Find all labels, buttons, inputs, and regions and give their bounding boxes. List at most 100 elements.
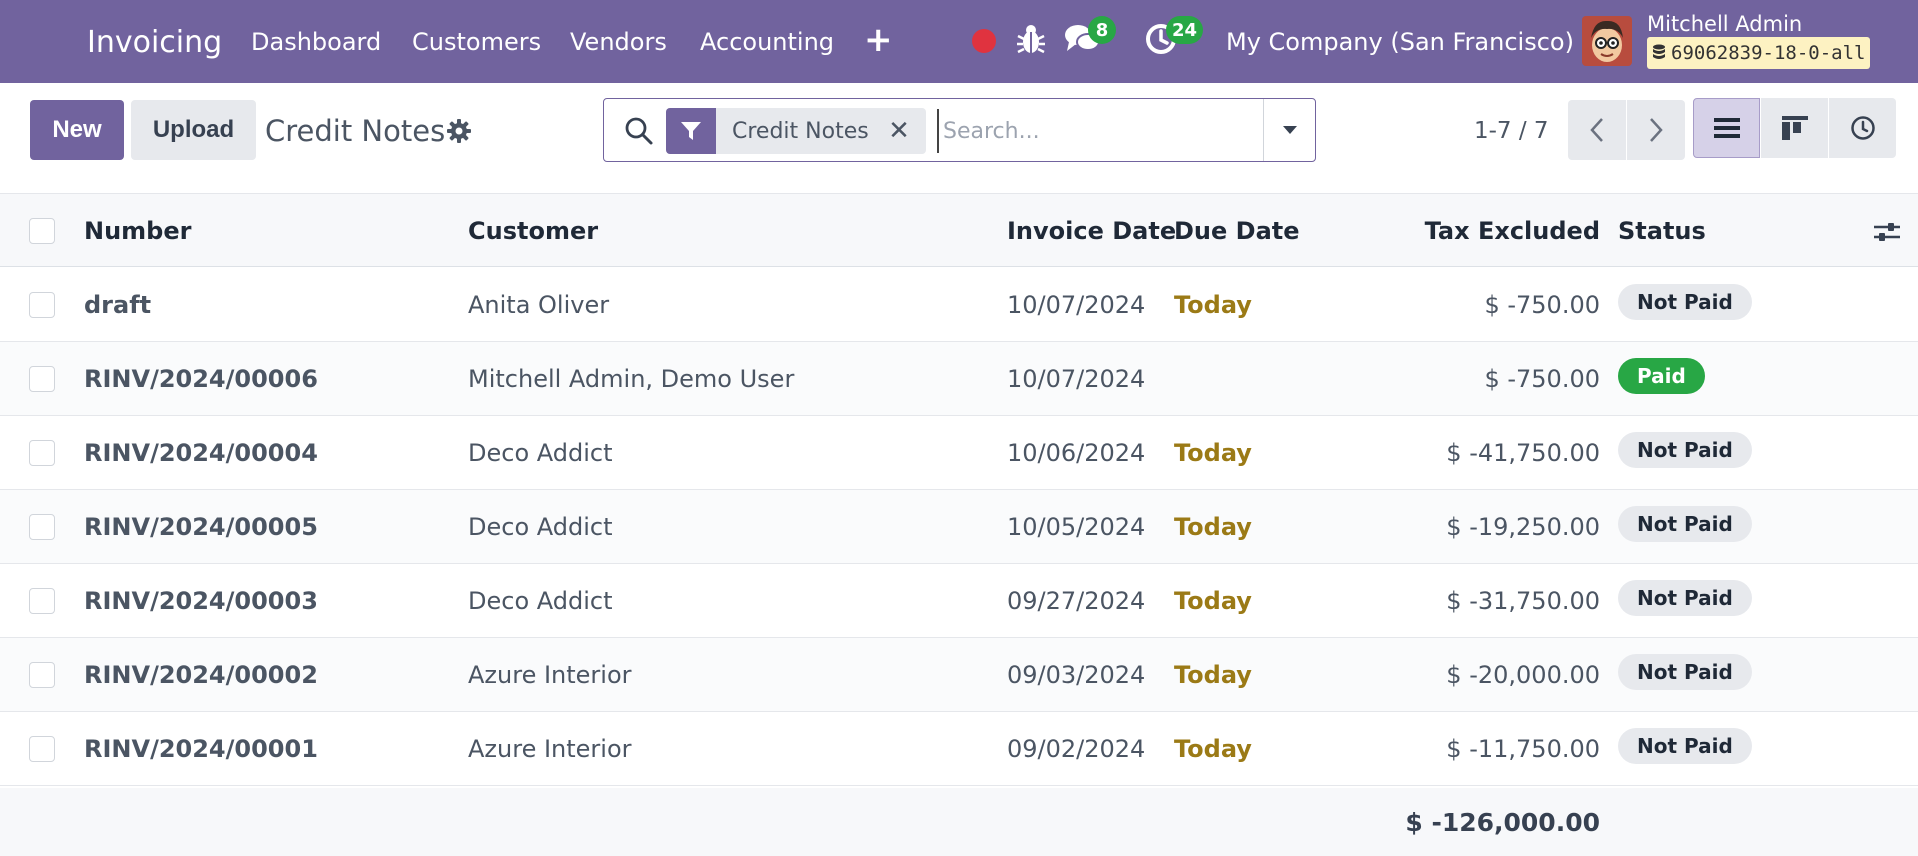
cell-number: RINV/2024/00003: [84, 587, 318, 615]
cell-tax-excluded: $ -31,750.00: [1446, 587, 1600, 615]
cell-number: draft: [84, 291, 152, 319]
cell-invoice-date: 10/07/2024: [1007, 291, 1146, 319]
table-footer: $ -126,000.00: [0, 788, 1918, 856]
table-row[interactable]: RINV/2024/00001 Azure Interior 09/02/2024 T…: [0, 712, 1918, 786]
messages-count-badge: 8: [1088, 16, 1116, 44]
table-row[interactable]: RINV/2024/00003 Deco Addict 09/27/2024 Toda…: [0, 564, 1918, 638]
company-switcher[interactable]: My Company (San Francisco): [1226, 20, 1574, 64]
cell-customer: Azure Interior: [468, 735, 632, 763]
column-header-tax-excluded[interactable]: Tax Excluded: [1340, 194, 1600, 268]
menu-item-accounting[interactable]: Accounting: [700, 20, 834, 64]
menu-item-customers[interactable]: Customers: [412, 20, 541, 64]
top-navbar: Invoicing Dashboard Customers Vendors Ac…: [0, 0, 1918, 83]
cell-customer: Anita Oliver: [468, 291, 610, 319]
status-badge: Not Paid: [1618, 506, 1752, 542]
column-header-status[interactable]: Status: [1618, 194, 1706, 268]
table-row[interactable]: draft Anita Oliver 10/07/2024 Today $ -750.0…: [0, 268, 1918, 342]
table-row[interactable]: RINV/2024/00005 Deco Addict 10/05/2024 Toda…: [0, 490, 1918, 564]
cell-due-date: Today: [1174, 661, 1252, 689]
cell-number: RINV/2024/00006: [84, 365, 318, 393]
column-header-customer[interactable]: Customer: [468, 194, 598, 268]
cell-invoice-date: 09/27/2024: [1007, 587, 1146, 615]
cell-due-date: Today: [1174, 735, 1252, 763]
cell-due-date: Today: [1174, 587, 1252, 615]
cell-invoice-date: 10/06/2024: [1007, 439, 1146, 467]
table-row[interactable]: RINV/2024/00006 Mitchell Admin, Demo User…: [0, 342, 1918, 416]
gear-icon[interactable]: [446, 118, 472, 144]
database-name: 69062839-18-0-all: [1671, 42, 1866, 64]
filter-icon: [666, 108, 716, 154]
cell-number: RINV/2024/00001: [84, 735, 318, 763]
status-badge: Paid: [1618, 358, 1705, 394]
table-row[interactable]: RINV/2024/00004 Deco Addict 10/06/2024 Toda…: [0, 416, 1918, 490]
row-checkbox[interactable]: [29, 662, 55, 688]
column-header-number[interactable]: Number: [84, 194, 191, 268]
column-header-due-date[interactable]: Due Date: [1174, 194, 1300, 268]
search-input[interactable]: [937, 109, 1297, 153]
cell-tax-excluded: $ -20,000.00: [1446, 661, 1600, 689]
kanban-view-icon[interactable]: [1761, 98, 1828, 158]
cell-tax-excluded: $ -11,750.00: [1446, 735, 1600, 763]
search-bar: Credit Notes ✕: [603, 98, 1316, 162]
cell-tax-excluded: $ -750.00: [1484, 291, 1600, 319]
cell-tax-excluded: $ -41,750.00: [1446, 439, 1600, 467]
cell-number: RINV/2024/00005: [84, 513, 318, 541]
cell-invoice-date: 10/07/2024: [1007, 365, 1146, 393]
status-badge: Not Paid: [1618, 284, 1752, 320]
activity-view-icon[interactable]: [1829, 98, 1896, 158]
avatar[interactable]: [1582, 16, 1632, 66]
chevron-left-icon[interactable]: [1568, 100, 1626, 160]
cell-due-date: Today: [1174, 291, 1252, 319]
apps-grid-icon[interactable]: [32, 24, 64, 56]
tax-excluded-total: $ -126,000.00: [1405, 807, 1600, 837]
page-title: Credit Notes: [265, 114, 446, 148]
chevron-right-icon[interactable]: [1627, 100, 1685, 160]
app-brand[interactable]: Invoicing: [87, 20, 222, 64]
activities-count-badge: 24: [1166, 16, 1204, 44]
row-checkbox[interactable]: [29, 588, 55, 614]
database-icon: [1652, 44, 1666, 62]
status-badge: Not Paid: [1618, 728, 1752, 764]
user-name[interactable]: Mitchell Admin: [1647, 10, 1802, 38]
sliders-icon[interactable]: [1873, 218, 1901, 246]
cell-invoice-date: 10/05/2024: [1007, 513, 1146, 541]
select-all-checkbox[interactable]: [29, 218, 55, 244]
cell-customer: Deco Addict: [468, 587, 613, 615]
column-header-invoice-date[interactable]: Invoice Date: [1007, 194, 1176, 268]
caret-down-icon[interactable]: [1263, 99, 1316, 161]
table-row[interactable]: RINV/2024/00002 Azure Interior 09/03/2024 T…: [0, 638, 1918, 712]
table-header: Number Customer Invoice Date Due Date Ta…: [0, 193, 1918, 267]
status-badge: Not Paid: [1618, 654, 1752, 690]
bug-icon[interactable]: [1016, 22, 1046, 58]
cell-due-date: Today: [1174, 439, 1252, 467]
row-checkbox[interactable]: [29, 292, 55, 318]
status-badge: Not Paid: [1618, 432, 1752, 468]
cell-customer: Mitchell Admin, Demo User: [468, 365, 795, 393]
search-facet: Credit Notes ✕: [666, 108, 926, 154]
search-icon[interactable]: [624, 116, 654, 146]
row-checkbox[interactable]: [29, 440, 55, 466]
row-checkbox[interactable]: [29, 736, 55, 762]
menu-item-vendors[interactable]: Vendors: [570, 20, 667, 64]
new-button[interactable]: New: [30, 100, 124, 160]
record-dot-icon[interactable]: [972, 29, 996, 53]
list-view-icon[interactable]: [1693, 98, 1760, 158]
cell-number: RINV/2024/00002: [84, 661, 318, 689]
upload-button[interactable]: Upload: [131, 100, 256, 160]
close-icon[interactable]: ✕: [884, 108, 914, 154]
cell-due-date: Today: [1174, 513, 1252, 541]
status-badge: Not Paid: [1618, 580, 1752, 616]
database-tag: 69062839-18-0-all: [1647, 37, 1871, 69]
facet-label: Credit Notes: [732, 118, 869, 144]
cell-invoice-date: 09/02/2024: [1007, 735, 1146, 763]
menu-item-dashboard[interactable]: Dashboard: [251, 20, 381, 64]
cell-customer: Deco Addict: [468, 439, 613, 467]
cell-customer: Azure Interior: [468, 661, 632, 689]
row-checkbox[interactable]: [29, 514, 55, 540]
cell-tax-excluded: $ -750.00: [1484, 365, 1600, 393]
cell-number: RINV/2024/00004: [84, 439, 318, 467]
row-checkbox[interactable]: [29, 366, 55, 392]
pager-value[interactable]: 1-7 / 7: [1474, 110, 1549, 152]
plus-icon[interactable]: +: [864, 18, 893, 62]
cell-customer: Deco Addict: [468, 513, 613, 541]
